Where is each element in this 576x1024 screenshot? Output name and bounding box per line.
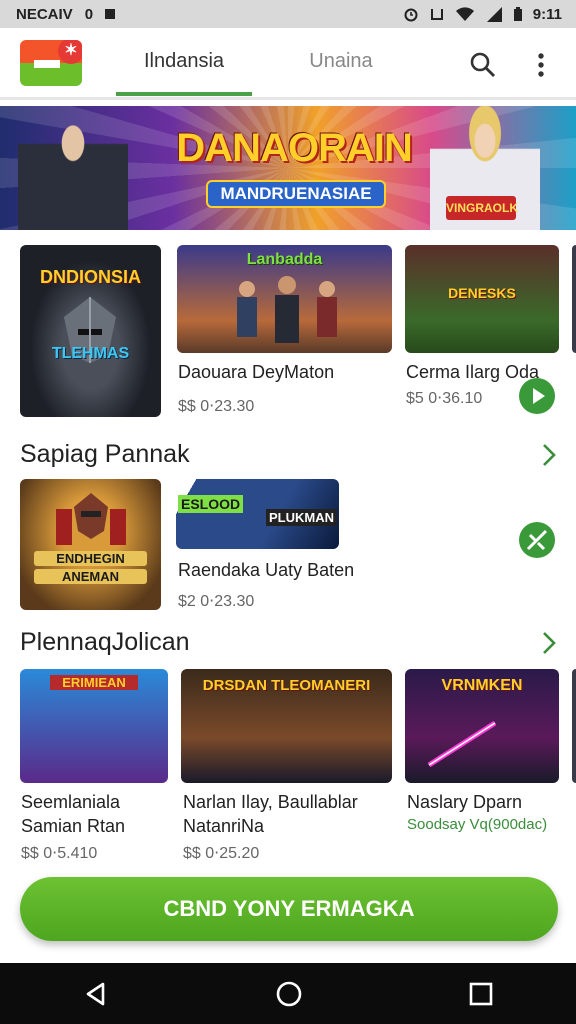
home-icon[interactable] xyxy=(275,980,303,1008)
thumb-subtitle: PLUKMAN xyxy=(266,509,337,526)
hero-banner[interactable]: DANAORAIN MANDRUENASIAE VINGRAOLK xyxy=(0,106,576,230)
game-card-partial[interactable] xyxy=(572,669,576,783)
tab-unaina[interactable]: Unaina xyxy=(296,50,386,96)
primary-cta-button[interactable]: CBND YONY ERMAGKA xyxy=(20,877,558,941)
more-options-icon[interactable] xyxy=(524,48,558,82)
section-title: Sapiag Pannak xyxy=(20,440,190,468)
game-card-lanbadda[interactable]: Lanbadda xyxy=(177,245,392,353)
game-card-partial[interactable] xyxy=(572,245,576,353)
game-price: $$ 0⋅5.410 xyxy=(21,845,98,862)
tab-ilndansia[interactable]: Ilndansia xyxy=(116,50,252,96)
thumb-title: Lanbadda xyxy=(246,251,323,268)
banner-title: DANAORAIN xyxy=(176,126,412,170)
logo-bar xyxy=(34,60,60,68)
wifi-icon xyxy=(455,7,474,21)
thumb-title: DNDIONSIA xyxy=(39,267,141,287)
thumb-subtitle: TLEHMAS xyxy=(51,345,130,362)
logo-badge-icon: ✶ xyxy=(58,40,82,64)
banner-subtitle: MANDRUENASIAE xyxy=(206,180,386,208)
game-card-eslood[interactable]: ESLOOD PLUKMAN xyxy=(176,479,339,549)
share-icon[interactable] xyxy=(519,522,555,558)
banner-hero-left xyxy=(18,106,128,230)
thumb-title: DENESKS xyxy=(448,285,516,301)
thumb-title: ERIMIEAN xyxy=(50,675,138,690)
thumb-title: VRNMKEN xyxy=(441,677,523,694)
game-title[interactable]: Raendaka Uaty Baten xyxy=(178,560,354,581)
signal-icon xyxy=(486,7,502,22)
thumb-subtitle: ANEMAN xyxy=(34,569,147,584)
game-title[interactable]: Narlan Ilay, Baullablar xyxy=(183,792,358,813)
recents-icon[interactable] xyxy=(469,982,493,1006)
carrier-text: NECAIV xyxy=(16,5,73,23)
game-card-dndionsia[interactable]: DNDIONSIA TLEHMAS xyxy=(20,245,161,417)
screen: NECAIV 0 9:11 ✶ Ilndansia Unaina DANAORA… xyxy=(0,0,576,1024)
game-price: $2 0⋅23.30 xyxy=(178,593,255,610)
chevron-right-icon[interactable] xyxy=(538,628,560,658)
status-time: 9:11 xyxy=(532,5,562,23)
back-icon[interactable] xyxy=(83,981,109,1007)
game-subtitle: Samian Rtan xyxy=(21,816,126,836)
game-card-erimiean[interactable]: ERIMIEAN xyxy=(20,669,168,783)
characters-art xyxy=(237,276,337,343)
game-subtitle: NatanriNa xyxy=(183,816,265,836)
game-title[interactable]: Seemlaniala xyxy=(21,792,120,813)
nfc-icon xyxy=(430,9,443,20)
search-icon[interactable] xyxy=(466,48,500,82)
thumb-title: ESLOOD xyxy=(178,495,244,513)
game-card-endhegin[interactable]: ENDHEGIN ANEMAN xyxy=(20,479,161,610)
battery-icon xyxy=(513,7,522,21)
section-title: PlennaqJolican xyxy=(20,628,190,656)
app-logo-icon[interactable]: ✶ xyxy=(20,40,82,86)
status-bar: NECAIV 0 9:11 xyxy=(0,0,576,28)
game-title[interactable]: Daouara DeyMaton xyxy=(178,362,334,383)
game-subtitle: Soodsay Vq(900dac) xyxy=(407,816,548,833)
game-price: $$ 0⋅25.20 xyxy=(183,845,260,862)
app-bar: ✶ Ilndansia Unaina xyxy=(0,28,576,100)
game-card-drsdan[interactable]: DRSDAN TLEOMANERI xyxy=(181,669,392,783)
thumb-title: DRSDAN TLEOMANERI xyxy=(202,677,371,694)
game-price: $$ 0⋅23.30 xyxy=(178,398,255,415)
game-card-vrnmken[interactable]: VRNMKEN xyxy=(405,669,559,783)
laser-sword-art xyxy=(427,720,497,768)
banner-tag: VINGRAOLK xyxy=(446,196,518,220)
alarm-icon xyxy=(404,8,418,22)
game-title[interactable]: Naslary Dparn xyxy=(407,792,522,813)
warrior-art xyxy=(56,493,126,545)
carrier-mark: 0 xyxy=(84,5,94,23)
system-nav-bar xyxy=(0,963,576,1024)
chevron-right-icon[interactable] xyxy=(538,440,560,470)
notification-icon xyxy=(105,9,116,19)
play-icon[interactable] xyxy=(519,378,555,414)
game-price: $5 0⋅36.10 xyxy=(406,390,483,407)
thumb-title: ENDHEGIN xyxy=(34,551,147,566)
game-card-deneskks[interactable]: DENESKS xyxy=(405,245,559,353)
